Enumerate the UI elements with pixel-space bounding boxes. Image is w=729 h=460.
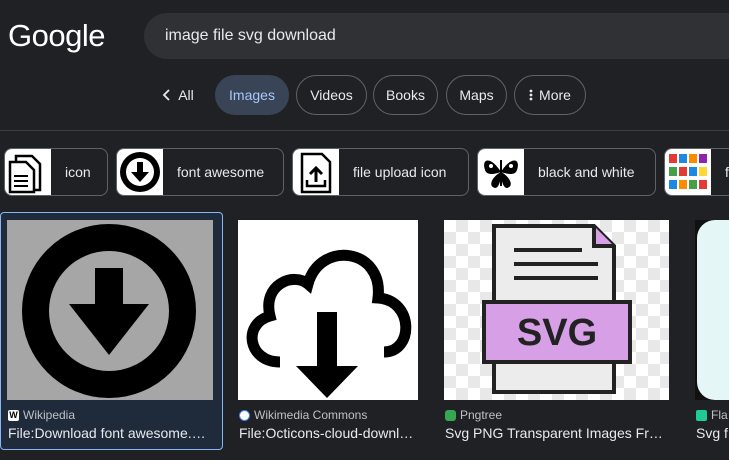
result-source-label: Fla [711,408,728,422]
tab-images[interactable]: Images [215,75,289,115]
search-tabs: All Images Videos Books Maps More [0,75,729,115]
result-title[interactable]: Svg f [696,425,729,441]
result-image[interactable] [7,220,213,400]
cloud-download-icon [246,249,412,398]
result-source: Fla [696,408,728,422]
divider [0,130,729,131]
result-image-fill [697,220,729,400]
result-image[interactable] [695,220,729,400]
result-source: Wikimedia Commons [239,408,367,422]
result-card-wikimedia[interactable]: Wikimedia Commons File:Octicons-cloud-do… [238,212,419,450]
result-source: W Wikipedia [8,408,75,422]
svg-file-icon [482,224,632,394]
result-source-label: Wikimedia Commons [254,408,368,422]
tab-videos[interactable]: Videos [296,75,367,115]
chevron-left-icon [162,89,170,101]
result-source-label: Pngtree [460,408,503,422]
tab-images-label: Images [229,87,275,103]
search-box[interactable]: image file svg download [144,13,729,59]
file-grid-icon [665,149,711,195]
chip-f-label: f [725,164,729,180]
wikipedia-icon: W [8,409,19,421]
document-icon [5,149,51,195]
search-input[interactable]: image file svg download [165,27,336,45]
result-title[interactable]: File:Octicons-cloud-download.svg [239,425,417,441]
tab-all-label: All [178,87,194,103]
tab-more[interactable]: More [514,75,586,115]
chip-file-upload-icon[interactable]: file upload icon [292,148,469,196]
result-card-wikipedia[interactable]: W Wikipedia File:Download font awesome.s… [0,212,223,450]
refinement-chips: icon font awesome file upload icon black… [0,148,729,196]
more-vert-icon [529,89,533,101]
chip-icon[interactable]: icon [4,148,108,196]
result-card-flaticon[interactable]: Fla Svg f [695,212,729,450]
tab-maps[interactable]: Maps [446,75,507,115]
download-circle-icon [22,224,196,398]
result-title[interactable]: Svg PNG Transparent Images Free Download [445,425,669,441]
pngtree-icon [445,409,456,421]
butterfly-icon [478,149,524,195]
result-image[interactable] [238,220,418,400]
result-source-label: Wikipedia [23,408,76,422]
result-source: Pngtree [445,408,502,422]
result-card-pngtree[interactable]: SVG Pngtree Svg PNG Transparent Images F… [444,212,671,450]
chip-icon-label: icon [65,164,91,180]
chip-black-and-white[interactable]: black and white [477,148,656,196]
chip-file-upload-label: file upload icon [353,164,447,180]
tab-books-label: Books [386,87,425,103]
result-image[interactable]: SVG [444,220,669,400]
chip-font-awesome-label: font awesome [177,164,265,180]
chip-font-awesome[interactable]: font awesome [116,148,284,196]
tab-maps-label: Maps [459,87,494,103]
wikimedia-icon [239,409,250,421]
chip-black-and-white-label: black and white [538,164,635,180]
tab-videos-label: Videos [310,87,353,103]
file-upload-icon [293,149,339,195]
result-title[interactable]: File:Download font awesome.svg - Wikimed… [8,425,210,441]
tab-all[interactable]: All [152,75,204,115]
tab-more-label: More [539,87,571,103]
google-logo[interactable]: Google [8,18,105,54]
download-circle-icon [117,149,163,195]
tab-books[interactable]: Books [373,75,438,115]
chip-f[interactable]: f [664,148,729,196]
svg-badge-text: SVG [516,312,598,354]
flaticon-icon [696,409,707,421]
